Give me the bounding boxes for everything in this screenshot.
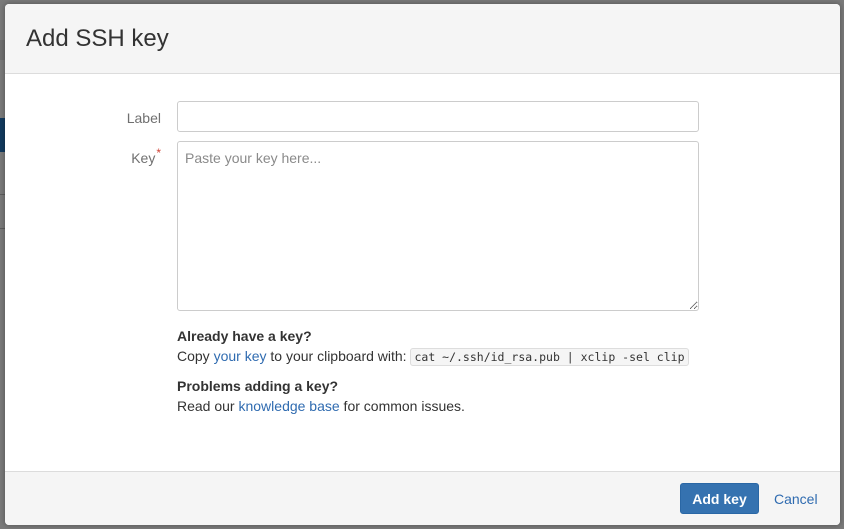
dialog-title: Add SSH key <box>26 25 169 52</box>
help-have-key: Already have a key? Copy your key to you… <box>177 326 689 367</box>
key-field-label: Key* <box>131 146 161 166</box>
knowledge-base-link[interactable]: knowledge base <box>238 398 339 414</box>
cancel-button[interactable]: Cancel <box>768 483 824 514</box>
copy-command-snippet: cat ~/.ssh/id_rsa.pub | xclip -sel clip <box>410 348 689 366</box>
help-heading-have-key: Already have a key? <box>177 328 312 344</box>
add-ssh-key-dialog: Add SSH key Label Key* Already have a ke… <box>5 4 840 525</box>
help-text: to your clipboard with: <box>266 348 411 364</box>
dialog-body: Label Key* Already have a key? Copy your… <box>5 74 840 472</box>
help-heading-problems: Problems adding a key? <box>177 378 339 394</box>
help-text: for common issues. <box>339 398 465 414</box>
key-textarea[interactable] <box>177 141 699 311</box>
help-text: Read our <box>177 398 239 414</box>
required-marker: * <box>156 146 161 160</box>
help-text: Copy <box>177 348 214 364</box>
dialog-header: Add SSH key <box>5 4 840 74</box>
label-field-label: Label <box>126 110 161 126</box>
help-problems: Problems adding a key? Read our knowledg… <box>177 376 465 416</box>
your-key-link[interactable]: your key <box>214 348 267 364</box>
key-label-text: Key <box>131 150 156 166</box>
add-key-button[interactable]: Add key <box>680 483 759 514</box>
label-input[interactable] <box>177 101 699 132</box>
dialog-footer: Add key Cancel <box>5 471 840 525</box>
